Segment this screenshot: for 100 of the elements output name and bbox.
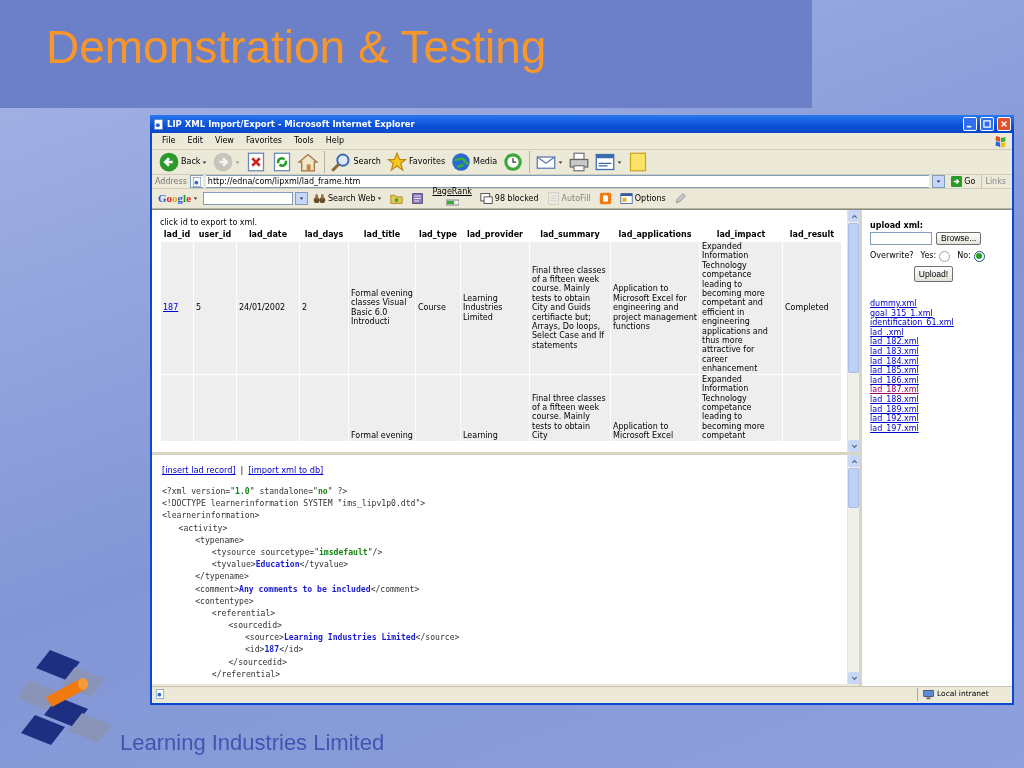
file-link[interactable]: lad_185.xml xyxy=(870,366,919,376)
scrollbar[interactable] xyxy=(847,210,859,452)
toolbar-button[interactable]: 98 blocked xyxy=(476,187,542,210)
code-line: <learnerinformation> xyxy=(162,509,261,522)
note-icon xyxy=(628,152,649,172)
binoculars-icon xyxy=(313,192,326,205)
file-link[interactable]: lad_184.xml xyxy=(870,356,919,366)
search-icon xyxy=(331,152,352,172)
scroll-thumb[interactable] xyxy=(848,468,859,508)
file-link[interactable]: identification_61.xml xyxy=(870,318,954,328)
file-link[interactable]: dummy.xml xyxy=(870,299,917,308)
file-link[interactable]: lad_188.xml xyxy=(870,394,919,404)
file-link[interactable]: lad_183.xml xyxy=(870,346,919,356)
dropdown-button[interactable] xyxy=(295,192,308,205)
code-line: <contentype> xyxy=(194,594,255,607)
instruction-text: click id to export to xml. xyxy=(160,218,259,228)
table-cell: Final three classes of a fifteen week course. Mainly tests to obtain City and Guids certifiacte but; Arrays, Do loops, Select Case and If statements xyxy=(530,242,610,374)
code-line: <source>Learning Industries Limited</source> xyxy=(244,631,461,644)
file-link[interactable]: lad_187.xml xyxy=(870,385,919,395)
table-cell: Application to Microsoft Excel xyxy=(611,374,699,441)
chevron-icon xyxy=(850,212,858,220)
caret-icon xyxy=(558,159,564,165)
code-line: </typename> xyxy=(194,570,250,583)
scroll-down-button[interactable] xyxy=(848,672,860,684)
menu-item[interactable]: Favorites xyxy=(239,137,288,145)
window-icon xyxy=(479,192,493,205)
toolbar-button[interactable]: Search Web xyxy=(310,187,386,210)
action-link[interactable]: [import xml to db] xyxy=(248,463,324,477)
caret-icon xyxy=(617,159,623,165)
column-header: lad_applications xyxy=(617,229,693,241)
upload-button[interactable]: Upload! xyxy=(913,266,954,282)
column-header: lad_result xyxy=(788,229,836,241)
radio-button[interactable] xyxy=(939,250,951,262)
maximize-button[interactable] xyxy=(980,117,994,131)
caret-icon xyxy=(235,159,241,165)
file-path-field[interactable] xyxy=(870,232,932,245)
menu-item[interactable]: Edit xyxy=(181,137,209,145)
house-icon xyxy=(298,152,319,172)
file-link[interactable]: lad_186.xml xyxy=(870,375,919,385)
table-cell: Completed xyxy=(783,242,841,374)
globe-icon xyxy=(451,152,472,172)
link-separator: | xyxy=(240,463,244,477)
scroll-thumb[interactable] xyxy=(848,223,859,373)
scrollbar[interactable] xyxy=(847,455,859,684)
page-icon xyxy=(155,689,165,699)
file-link[interactable]: lad_197.xml xyxy=(870,423,919,433)
scroll-up-button[interactable] xyxy=(848,455,860,467)
window-title: LIP XML Import/Export - Microsoft Internet Explorer xyxy=(167,117,416,131)
option-label: No: xyxy=(957,250,971,262)
column-header: lad_impact xyxy=(715,229,767,241)
refresh-icon xyxy=(272,152,293,172)
dropdown-button[interactable] xyxy=(932,175,946,188)
toolbar-button[interactable]: PageRank xyxy=(429,187,475,210)
page-icon xyxy=(153,118,164,130)
table-cell: Application to Microsoft Excel for engineering and project management functions xyxy=(611,242,699,374)
file-link[interactable]: lad_.xml xyxy=(870,327,904,337)
search-field[interactable] xyxy=(203,192,293,205)
toolbar-button[interactable]: Back xyxy=(156,151,211,173)
minimize-button[interactable] xyxy=(963,117,977,131)
code-line: <tyvalue>Education</tyvalue> xyxy=(210,558,350,571)
menu-item[interactable]: Help xyxy=(319,137,350,145)
file-link[interactable]: lad_182.xml xyxy=(870,337,919,347)
stop-icon xyxy=(246,152,267,172)
google-logo-button[interactable]: Google xyxy=(155,187,201,210)
toolbar-button[interactable]: Media xyxy=(448,151,501,173)
toolbar-button[interactable]: Options xyxy=(616,187,669,210)
toolbar-button[interactable]: Favorites xyxy=(383,151,449,173)
file-link[interactable]: lad_192.xml xyxy=(870,414,919,424)
toolbar-button[interactable]: Search xyxy=(324,151,384,173)
caret-icon xyxy=(299,196,304,201)
table-cell: Learning Industries Limited xyxy=(461,242,529,374)
page-icon xyxy=(191,176,202,187)
id-link[interactable]: 187 xyxy=(163,303,179,313)
options-icon xyxy=(619,192,633,205)
menu-item[interactable]: View xyxy=(208,137,240,145)
menu-item[interactable]: Tools xyxy=(288,137,320,145)
caret-icon xyxy=(936,179,942,184)
address-field[interactable]: http://edna/com/lipxml/lad_frame.htm xyxy=(205,175,930,188)
scroll-up-button[interactable] xyxy=(848,210,860,222)
star-icon xyxy=(386,152,407,172)
table-cell: 2 xyxy=(300,242,348,374)
file-link[interactable]: lad_189.xml xyxy=(870,404,919,414)
action-link[interactable]: [insert lad record] xyxy=(162,463,236,477)
file-link[interactable]: goal_315_1.xml xyxy=(870,308,933,318)
scroll-down-button[interactable] xyxy=(848,440,860,452)
browse-button[interactable]: Browse... xyxy=(936,232,982,245)
radio-button[interactable] xyxy=(973,250,985,262)
table-cell: Final three classes of a fifteen week course. Mainly tests to obtain City xyxy=(530,374,610,441)
caret-icon xyxy=(202,159,208,165)
table-cell: Expanded Information Technology competance leading to becoming more competant xyxy=(700,374,782,441)
code-line: </sourcedid> xyxy=(227,655,288,668)
form-icon xyxy=(546,192,560,205)
column-header: lad_type xyxy=(417,229,459,241)
go-button[interactable]: Go xyxy=(948,175,979,188)
menu-item[interactable]: File xyxy=(156,137,182,145)
column-header: lad_summary xyxy=(539,229,601,241)
table-cell: 5 xyxy=(194,242,236,374)
caret-icon xyxy=(377,196,383,201)
code-line: <referential> xyxy=(210,606,277,620)
close-button[interactable] xyxy=(997,117,1011,131)
